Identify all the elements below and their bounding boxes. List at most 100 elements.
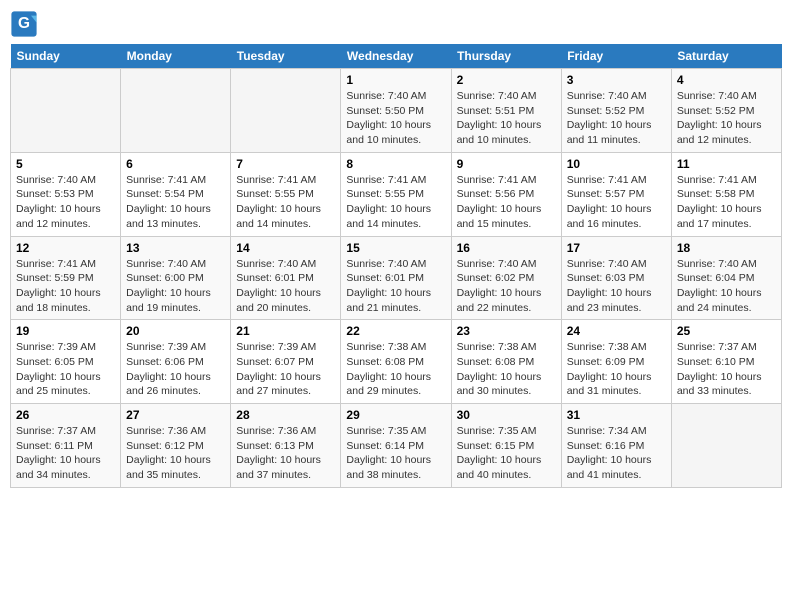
header-day-thursday: Thursday xyxy=(451,44,561,69)
calendar-cell: 9Sunrise: 7:41 AMSunset: 5:56 PMDaylight… xyxy=(451,152,561,236)
day-info: Sunrise: 7:41 AMSunset: 5:54 PMDaylight:… xyxy=(126,173,225,232)
header-day-tuesday: Tuesday xyxy=(231,44,341,69)
calendar-cell: 19Sunrise: 7:39 AMSunset: 6:05 PMDayligh… xyxy=(11,320,121,404)
day-info: Sunrise: 7:40 AMSunset: 6:01 PMDaylight:… xyxy=(346,257,445,316)
day-info: Sunrise: 7:40 AMSunset: 5:53 PMDaylight:… xyxy=(16,173,115,232)
calendar-cell: 14 Sunrise: 7:40 AMSunset: 6:01 PMDayligh… xyxy=(231,236,341,320)
day-number: 26 xyxy=(16,408,115,422)
calendar-cell: 15 Sunrise: 7:40 AMSunset: 6:01 PMDayligh… xyxy=(341,236,451,320)
day-number: 8 xyxy=(346,157,445,171)
calendar-cell: 11 Sunrise: 7:41 AMSunset: 5:58 PMDayligh… xyxy=(671,152,781,236)
day-info: Sunrise: 7:38 AMSunset: 6:08 PMDaylight:… xyxy=(346,340,445,399)
day-info: Sunrise: 7:41 AMSunset: 5:58 PMDaylight:… xyxy=(677,173,776,232)
day-number: 18 xyxy=(677,241,776,255)
calendar-cell: 21 Sunrise: 7:39 AMSunset: 6:07 PMDayligh… xyxy=(231,320,341,404)
day-number: 4 xyxy=(677,73,776,87)
calendar-cell: 31 Sunrise: 7:34 AMSunset: 6:16 PMDayligh… xyxy=(561,404,671,488)
calendar-cell: 22 Sunrise: 7:38 AMSunset: 6:08 PMDayligh… xyxy=(341,320,451,404)
day-info: Sunrise: 7:40 AMSunset: 5:52 PMDaylight:… xyxy=(567,89,666,148)
day-info: Sunrise: 7:40 AMSunset: 5:50 PMDaylight:… xyxy=(346,89,445,148)
header-day-saturday: Saturday xyxy=(671,44,781,69)
calendar-cell: 16 Sunrise: 7:40 AMSunset: 6:02 PMDayligh… xyxy=(451,236,561,320)
day-number: 3 xyxy=(567,73,666,87)
logo-icon: G xyxy=(10,10,38,38)
calendar-cell: 29Sunrise: 7:35 AMSunset: 6:14 PMDayligh… xyxy=(341,404,451,488)
header-day-wednesday: Wednesday xyxy=(341,44,451,69)
calendar-cell: 6 Sunrise: 7:41 AMSunset: 5:54 PMDaylight… xyxy=(121,152,231,236)
day-number: 14 xyxy=(236,241,335,255)
day-number: 17 xyxy=(567,241,666,255)
day-info: Sunrise: 7:39 AMSunset: 6:06 PMDaylight:… xyxy=(126,340,225,399)
header-row: SundayMondayTuesdayWednesdayThursdayFrid… xyxy=(11,44,782,69)
day-number: 16 xyxy=(457,241,556,255)
day-info: Sunrise: 7:40 AMSunset: 6:04 PMDaylight:… xyxy=(677,257,776,316)
day-number: 25 xyxy=(677,324,776,338)
day-number: 31 xyxy=(567,408,666,422)
day-number: 6 xyxy=(126,157,225,171)
calendar-cell: 27Sunrise: 7:36 AMSunset: 6:12 PMDayligh… xyxy=(121,404,231,488)
calendar-cell: 20 Sunrise: 7:39 AMSunset: 6:06 PMDayligh… xyxy=(121,320,231,404)
day-info: Sunrise: 7:41 AMSunset: 5:55 PMDaylight:… xyxy=(236,173,335,232)
day-info: Sunrise: 7:39 AMSunset: 6:05 PMDaylight:… xyxy=(16,340,115,399)
calendar-cell xyxy=(121,69,231,153)
day-number: 1 xyxy=(346,73,445,87)
day-info: Sunrise: 7:38 AMSunset: 6:08 PMDaylight:… xyxy=(457,340,556,399)
calendar-cell: 2Sunrise: 7:40 AMSunset: 5:51 PMDaylight… xyxy=(451,69,561,153)
day-info: Sunrise: 7:41 AMSunset: 5:57 PMDaylight:… xyxy=(567,173,666,232)
day-info: Sunrise: 7:41 AMSunset: 5:56 PMDaylight:… xyxy=(457,173,556,232)
day-number: 27 xyxy=(126,408,225,422)
day-info: Sunrise: 7:40 AMSunset: 6:00 PMDaylight:… xyxy=(126,257,225,316)
day-info: Sunrise: 7:34 AMSunset: 6:16 PMDaylight:… xyxy=(567,424,666,483)
calendar-cell: 30 Sunrise: 7:35 AMSunset: 6:15 PMDayligh… xyxy=(451,404,561,488)
day-info: Sunrise: 7:41 AMSunset: 5:55 PMDaylight:… xyxy=(346,173,445,232)
day-info: Sunrise: 7:35 AMSunset: 6:15 PMDaylight:… xyxy=(457,424,556,483)
day-number: 30 xyxy=(457,408,556,422)
week-row-1: 1 Sunrise: 7:40 AMSunset: 5:50 PMDaylight… xyxy=(11,69,782,153)
day-number: 11 xyxy=(677,157,776,171)
day-info: Sunrise: 7:40 AMSunset: 6:01 PMDaylight:… xyxy=(236,257,335,316)
week-row-4: 19Sunrise: 7:39 AMSunset: 6:05 PMDayligh… xyxy=(11,320,782,404)
day-number: 10 xyxy=(567,157,666,171)
calendar-cell: 12Sunrise: 7:41 AMSunset: 5:59 PMDayligh… xyxy=(11,236,121,320)
day-number: 13 xyxy=(126,241,225,255)
calendar-cell: 18 Sunrise: 7:40 AMSunset: 6:04 PMDayligh… xyxy=(671,236,781,320)
day-number: 5 xyxy=(16,157,115,171)
calendar-cell: 7 Sunrise: 7:41 AMSunset: 5:55 PMDaylight… xyxy=(231,152,341,236)
day-number: 23 xyxy=(457,324,556,338)
day-number: 20 xyxy=(126,324,225,338)
day-info: Sunrise: 7:37 AMSunset: 6:10 PMDaylight:… xyxy=(677,340,776,399)
calendar-cell: 17Sunrise: 7:40 AMSunset: 6:03 PMDayligh… xyxy=(561,236,671,320)
day-number: 21 xyxy=(236,324,335,338)
calendar-cell: 23 Sunrise: 7:38 AMSunset: 6:08 PMDayligh… xyxy=(451,320,561,404)
calendar-cell: 28 Sunrise: 7:36 AMSunset: 6:13 PMDayligh… xyxy=(231,404,341,488)
calendar-cell: 25 Sunrise: 7:37 AMSunset: 6:10 PMDayligh… xyxy=(671,320,781,404)
calendar-cell: 26Sunrise: 7:37 AMSunset: 6:11 PMDayligh… xyxy=(11,404,121,488)
week-row-2: 5 Sunrise: 7:40 AMSunset: 5:53 PMDaylight… xyxy=(11,152,782,236)
day-info: Sunrise: 7:40 AMSunset: 6:02 PMDaylight:… xyxy=(457,257,556,316)
day-info: Sunrise: 7:36 AMSunset: 6:13 PMDaylight:… xyxy=(236,424,335,483)
day-number: 7 xyxy=(236,157,335,171)
calendar-cell: 24Sunrise: 7:38 AMSunset: 6:09 PMDayligh… xyxy=(561,320,671,404)
header-day-sunday: Sunday xyxy=(11,44,121,69)
day-number: 24 xyxy=(567,324,666,338)
header-day-monday: Monday xyxy=(121,44,231,69)
week-row-5: 26Sunrise: 7:37 AMSunset: 6:11 PMDayligh… xyxy=(11,404,782,488)
day-number: 22 xyxy=(346,324,445,338)
day-number: 2 xyxy=(457,73,556,87)
calendar-cell: 3 Sunrise: 7:40 AMSunset: 5:52 PMDaylight… xyxy=(561,69,671,153)
day-number: 15 xyxy=(346,241,445,255)
day-number: 29 xyxy=(346,408,445,422)
calendar-cell: 10 Sunrise: 7:41 AMSunset: 5:57 PMDayligh… xyxy=(561,152,671,236)
calendar-cell xyxy=(11,69,121,153)
calendar-cell xyxy=(231,69,341,153)
day-info: Sunrise: 7:39 AMSunset: 6:07 PMDaylight:… xyxy=(236,340,335,399)
calendar-cell: 8 Sunrise: 7:41 AMSunset: 5:55 PMDaylight… xyxy=(341,152,451,236)
calendar-cell: 4 Sunrise: 7:40 AMSunset: 5:52 PMDaylight… xyxy=(671,69,781,153)
day-number: 28 xyxy=(236,408,335,422)
day-info: Sunrise: 7:40 AMSunset: 5:52 PMDaylight:… xyxy=(677,89,776,148)
calendar-table: SundayMondayTuesdayWednesdayThursdayFrid… xyxy=(10,44,782,488)
calendar-cell xyxy=(671,404,781,488)
calendar-cell: 13 Sunrise: 7:40 AMSunset: 6:00 PMDayligh… xyxy=(121,236,231,320)
logo: G xyxy=(10,10,42,38)
svg-text:G: G xyxy=(18,15,30,32)
